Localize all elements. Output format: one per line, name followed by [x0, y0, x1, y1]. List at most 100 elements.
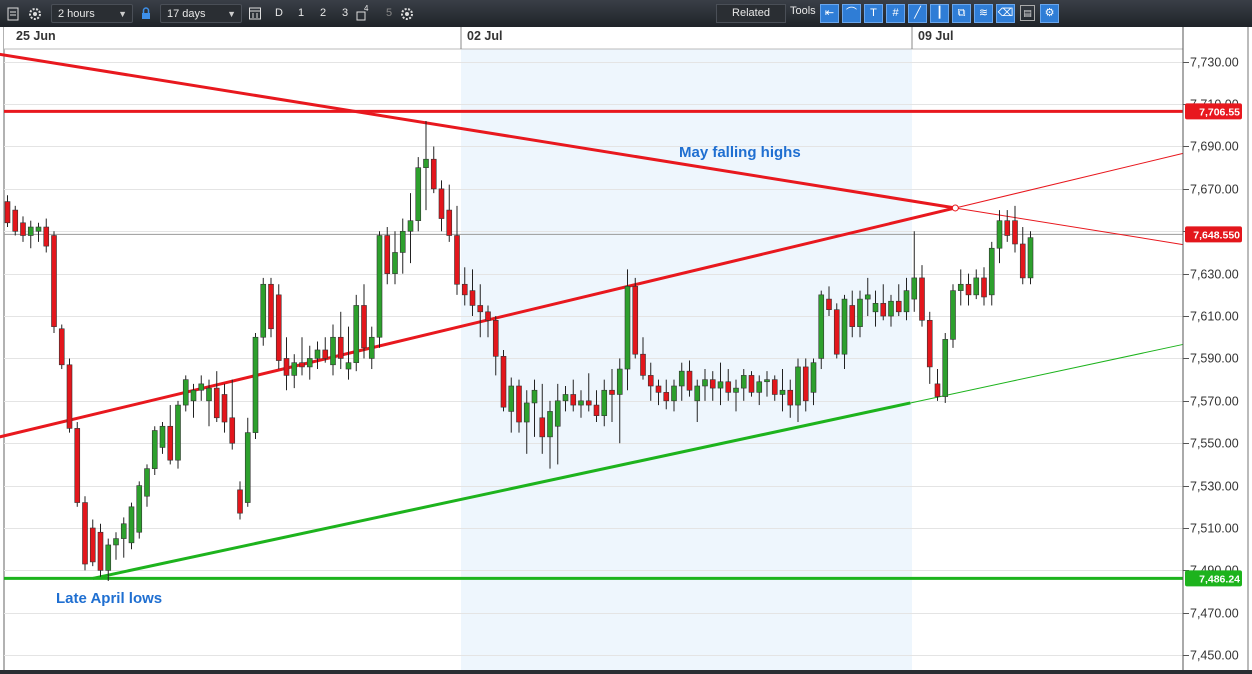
candle-body: [539, 417, 546, 438]
calendar-icon[interactable]: [248, 4, 262, 23]
candle-body: [485, 311, 491, 321]
chart-toolbar: 2 hours ▼ 17 days ▼ D 1 2 3 4 5 Related …: [0, 0, 1252, 28]
windows-tool-icon[interactable]: ⧉: [952, 4, 971, 23]
tools-label: Tools: [790, 5, 816, 17]
candle-tool-icon[interactable]: ┃: [930, 4, 949, 23]
candle: [275, 284, 282, 370]
period-button-1[interactable]: 1: [292, 4, 310, 23]
candle-body: [206, 387, 212, 402]
price-tick-label: 7,610.00: [1190, 310, 1239, 324]
candle-body: [35, 226, 42, 232]
candle-body: [919, 277, 925, 321]
candle: [12, 205, 19, 236]
candle-body: [353, 305, 360, 363]
curve-tool-icon[interactable]: ⌒: [842, 4, 861, 23]
candle: [51, 231, 57, 334]
candle-body: [306, 358, 313, 368]
period-button-4[interactable]: 4: [356, 4, 372, 23]
candle-body: [136, 485, 143, 533]
period-button-3[interactable]: 3: [336, 4, 354, 23]
candle-body: [299, 362, 305, 368]
candle: [268, 277, 274, 338]
candle-body: [764, 379, 770, 383]
candle-body: [1019, 243, 1026, 279]
fibonacci-tool-icon[interactable]: ≋: [974, 4, 993, 23]
print-icon[interactable]: ▤: [1020, 5, 1035, 21]
settings-gear-icon[interactable]: [28, 4, 42, 23]
price-tick-label: 7,670.00: [1190, 183, 1239, 197]
candle-body: [593, 404, 600, 416]
candle-body: [314, 349, 321, 359]
candle-body: [74, 428, 81, 503]
candle-body: [717, 381, 724, 389]
candle-body: [531, 389, 538, 404]
candle-body: [957, 283, 964, 291]
period-button-d[interactable]: D: [270, 4, 288, 23]
related-button[interactable]: Related: [716, 4, 786, 23]
price-tick-label: 7,690.00: [1190, 140, 1239, 154]
candle-body: [802, 366, 809, 402]
eraser-tool-icon[interactable]: ⌫: [996, 4, 1015, 23]
date-header-strip: [4, 27, 1183, 49]
interval-select[interactable]: 2 hours ▼: [51, 4, 133, 23]
chart-settings-tool-icon[interactable]: ⚙: [1040, 4, 1059, 23]
candle-body: [663, 392, 670, 402]
candle-body: [709, 379, 716, 389]
price-tick-label: 7,630.00: [1190, 268, 1239, 282]
candle-body: [182, 379, 189, 406]
candle-body: [268, 283, 274, 330]
arrow-left-tool-icon[interactable]: ⇤: [820, 4, 839, 23]
candle-body: [826, 298, 832, 310]
candle-body: [4, 201, 11, 224]
trendline-tool-icon[interactable]: ╱: [908, 4, 927, 23]
annotation-may-falling-highs: May falling highs: [679, 144, 801, 161]
candle-body: [82, 502, 88, 565]
period-button-4-label: 4: [364, 4, 369, 13]
menu-icon[interactable]: [6, 4, 20, 23]
chart-settings-gear-icon[interactable]: [400, 4, 414, 23]
text-tool-icon[interactable]: T: [864, 4, 883, 23]
candle-body: [508, 385, 515, 412]
candle-body: [942, 339, 949, 397]
lock-icon[interactable]: [140, 4, 152, 23]
grid-tool-icon[interactable]: #: [886, 4, 905, 23]
candle-body: [554, 400, 561, 427]
price-tick-label: 7,510.00: [1190, 522, 1239, 536]
candle-body: [857, 298, 863, 327]
candle: [950, 284, 956, 348]
candle: [833, 303, 840, 359]
candle-body: [221, 394, 228, 423]
price-tick-label: 7,730.00: [1190, 56, 1239, 70]
candle-body: [864, 294, 871, 300]
candle-body: [640, 353, 646, 376]
candle: [942, 333, 949, 403]
candle-body: [469, 290, 476, 306]
candle-body: [244, 432, 251, 503]
candle-body: [113, 538, 119, 546]
candle-body: [407, 220, 414, 232]
candle-body: [725, 381, 732, 393]
range-select[interactable]: 17 days ▼: [160, 4, 242, 23]
candle-body: [461, 283, 468, 296]
price-chart: 25 Jun 02 Jul 09 Jul May falling highs L…: [0, 27, 1252, 674]
candle: [58, 324, 65, 370]
range-value: 17 days: [167, 8, 206, 20]
candle-body: [198, 383, 205, 391]
candle-body: [1012, 220, 1018, 245]
candle-body: [585, 400, 592, 406]
candle: [500, 349, 507, 412]
candle-body: [27, 226, 34, 236]
candle-body: [686, 370, 693, 391]
candle-body: [655, 385, 662, 393]
current-price-tag-label: 7,648.550: [1193, 229, 1240, 241]
candle-body: [175, 404, 181, 461]
candle-body: [609, 389, 615, 395]
price-tick-label: 7,550.00: [1190, 437, 1239, 451]
candle: [74, 422, 81, 507]
period-button-2[interactable]: 2: [314, 4, 332, 23]
candle: [151, 426, 158, 476]
trendline-anchor: [951, 204, 959, 212]
candle-body: [399, 230, 406, 253]
candle-body: [229, 417, 236, 444]
period-button-5[interactable]: 5: [380, 4, 398, 23]
